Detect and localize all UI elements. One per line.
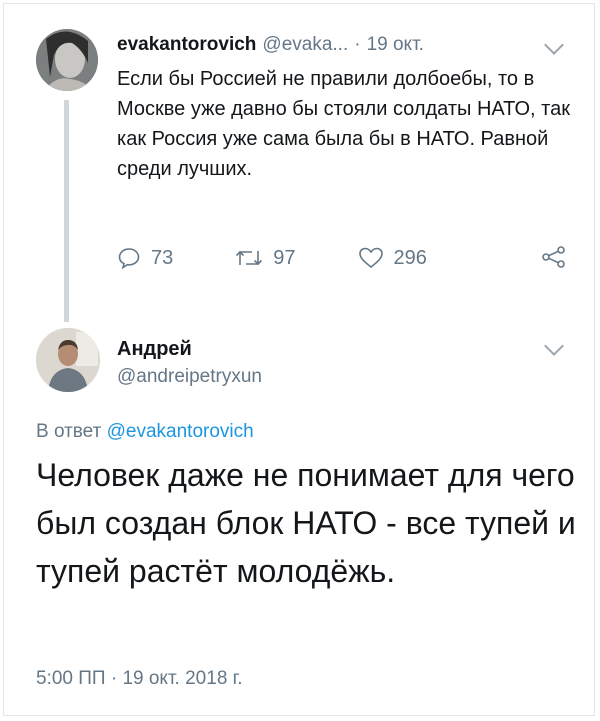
retweet-icon xyxy=(236,250,263,266)
tweet-timestamp[interactable]: 5:00 ПП · 19 окт. 2018 г. xyxy=(36,668,243,690)
heart-icon xyxy=(358,247,383,269)
like-count: 296 xyxy=(393,246,427,269)
author-handle[interactable]: @andreipetryxun xyxy=(117,366,262,388)
author-name[interactable]: Андрей xyxy=(117,338,192,361)
reply-to-link[interactable]: @evakantorovich xyxy=(107,421,254,442)
separator: · xyxy=(354,34,361,55)
share-button[interactable] xyxy=(541,245,567,275)
avatar-photo-icon xyxy=(36,29,98,91)
retweet-button[interactable]: 97 xyxy=(235,246,296,270)
tweet-date[interactable]: 19 окт. xyxy=(367,34,424,55)
author-name[interactable]: evakantorovich xyxy=(117,34,256,55)
share-icon xyxy=(542,246,565,268)
reply-button[interactable]: 73 xyxy=(117,246,173,270)
thread-line xyxy=(64,100,69,322)
reply-icon xyxy=(118,248,140,270)
tweet-header: evakantorovich @evaka... · 19 окт. xyxy=(117,34,424,56)
reply-context: В ответ @evakantorovich xyxy=(36,421,254,443)
avatar[interactable] xyxy=(36,29,98,91)
author-handle[interactable]: @evaka... xyxy=(262,34,348,55)
reply-count: 73 xyxy=(151,246,174,269)
tweet-text: Если бы Россией не правили долбоебы, то … xyxy=(117,68,570,180)
retweet-count: 97 xyxy=(273,246,296,269)
avatar-photo-icon xyxy=(36,328,100,392)
avatar[interactable] xyxy=(36,328,100,392)
tweet-text: Человек даже не понимает для чего был со… xyxy=(36,457,576,589)
like-button[interactable]: 296 xyxy=(358,246,427,270)
reply-prefix: В ответ xyxy=(36,421,102,442)
tweet-actions: 73 97 296 xyxy=(117,241,567,275)
